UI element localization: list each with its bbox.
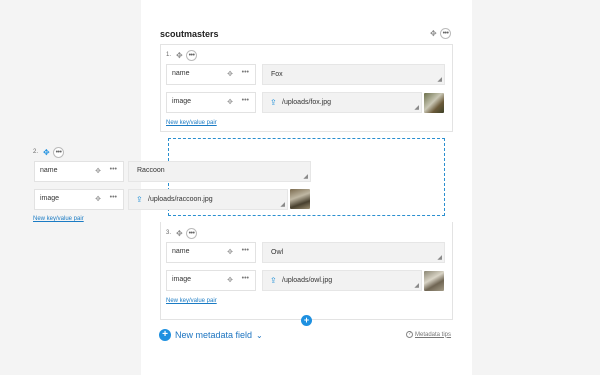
move-icon[interactable]: ✥ bbox=[95, 167, 101, 175]
resize-handle-icon[interactable]: ◢ bbox=[414, 104, 419, 111]
raccoon-thumbnail bbox=[290, 189, 310, 209]
key-field[interactable]: name ✥ ••• bbox=[166, 242, 256, 263]
key-label: name bbox=[172, 248, 190, 255]
metadata-item bbox=[160, 44, 453, 132]
key-field[interactable]: image ✥ ••• bbox=[166, 270, 256, 291]
new-metadata-field-label: New metadata field bbox=[175, 330, 253, 340]
value-text: Owl bbox=[271, 249, 284, 256]
fox-thumbnail bbox=[424, 93, 444, 113]
move-icon[interactable]: ✥ bbox=[227, 276, 233, 284]
image-value-field[interactable]: ⇪ /uploads/fox.jpg ◢ bbox=[262, 92, 422, 113]
move-icon[interactable]: ✥ bbox=[95, 195, 101, 203]
item-number: 2. bbox=[33, 149, 39, 155]
metadata-tips-label: Metadata tips bbox=[415, 331, 452, 338]
key-field[interactable]: name ✥ ••• bbox=[166, 64, 256, 85]
more-icon[interactable]: ••• bbox=[110, 194, 117, 201]
upload-icon[interactable]: ⇪ bbox=[136, 195, 143, 204]
new-key-value-pair-link[interactable]: New key/value pair bbox=[166, 120, 217, 126]
more-icon[interactable]: ••• bbox=[186, 228, 197, 239]
upload-icon[interactable]: ⇪ bbox=[270, 276, 277, 285]
more-icon[interactable]: ••• bbox=[110, 166, 117, 173]
new-key-value-pair-link[interactable]: New key/value pair bbox=[33, 216, 84, 222]
owl-thumbnail bbox=[424, 271, 444, 291]
key-label: image bbox=[172, 98, 192, 105]
move-icon[interactable]: ✥ bbox=[227, 248, 233, 256]
move-icon[interactable]: ✥ bbox=[43, 148, 50, 158]
resize-handle-icon[interactable]: ◢ bbox=[303, 173, 308, 180]
value-field[interactable]: Raccoon ◢ bbox=[128, 161, 311, 182]
resize-handle-icon[interactable]: ◢ bbox=[414, 282, 419, 289]
new-key-value-pair-link[interactable]: New key/value pair bbox=[166, 298, 217, 304]
value-text: /uploads/raccoon.jpg bbox=[148, 196, 213, 203]
move-icon[interactable]: ✥ bbox=[227, 98, 233, 106]
metadata-tips-link[interactable]: ? Metadata tips bbox=[406, 331, 451, 338]
value-field[interactable]: Fox ◢ bbox=[262, 64, 445, 85]
key-label: image bbox=[172, 276, 192, 283]
add-item-button[interactable]: + bbox=[301, 315, 312, 326]
resize-handle-icon[interactable]: ◢ bbox=[280, 201, 285, 208]
move-icon[interactable]: ✥ bbox=[430, 29, 437, 39]
more-icon[interactable]: ••• bbox=[242, 97, 249, 104]
move-icon[interactable]: ✥ bbox=[176, 229, 183, 239]
image-value-field[interactable]: ⇪ /uploads/raccoon.jpg ◢ bbox=[128, 189, 288, 210]
value-field[interactable]: Owl ◢ bbox=[262, 242, 445, 263]
question-icon: ? bbox=[406, 331, 413, 338]
key-label: image bbox=[40, 195, 60, 202]
more-icon[interactable]: ••• bbox=[53, 147, 64, 158]
value-text: /uploads/owl.jpg bbox=[282, 277, 333, 284]
key-label: name bbox=[172, 70, 190, 77]
new-metadata-field-button[interactable]: + New metadata field ⌄ bbox=[159, 329, 263, 341]
more-icon[interactable]: ••• bbox=[242, 69, 249, 76]
more-icon[interactable]: ••• bbox=[186, 50, 197, 61]
resize-handle-icon[interactable]: ◢ bbox=[437, 76, 442, 83]
more-icon[interactable]: ••• bbox=[440, 28, 451, 39]
move-icon[interactable]: ✥ bbox=[176, 51, 183, 61]
more-icon[interactable]: ••• bbox=[242, 247, 249, 254]
item-number: 3. bbox=[166, 230, 172, 236]
section-title: scoutmasters bbox=[160, 29, 219, 39]
key-field[interactable]: image ✥ ••• bbox=[166, 92, 256, 113]
key-field[interactable]: name ✥ ••• bbox=[34, 161, 124, 182]
item-number: 1. bbox=[166, 52, 172, 58]
plus-icon: + bbox=[159, 329, 171, 341]
chevron-down-icon: ⌄ bbox=[256, 330, 263, 340]
value-text: /uploads/fox.jpg bbox=[282, 99, 332, 106]
value-text: Fox bbox=[271, 71, 283, 78]
value-text: Raccoon bbox=[137, 167, 165, 174]
image-value-field[interactable]: ⇪ /uploads/owl.jpg ◢ bbox=[262, 270, 422, 291]
upload-icon[interactable]: ⇪ bbox=[270, 98, 277, 107]
key-field[interactable]: image ✥ ••• bbox=[34, 189, 124, 210]
key-label: name bbox=[40, 167, 58, 174]
more-icon[interactable]: ••• bbox=[242, 275, 249, 282]
move-icon[interactable]: ✥ bbox=[227, 70, 233, 78]
resize-handle-icon[interactable]: ◢ bbox=[437, 254, 442, 261]
